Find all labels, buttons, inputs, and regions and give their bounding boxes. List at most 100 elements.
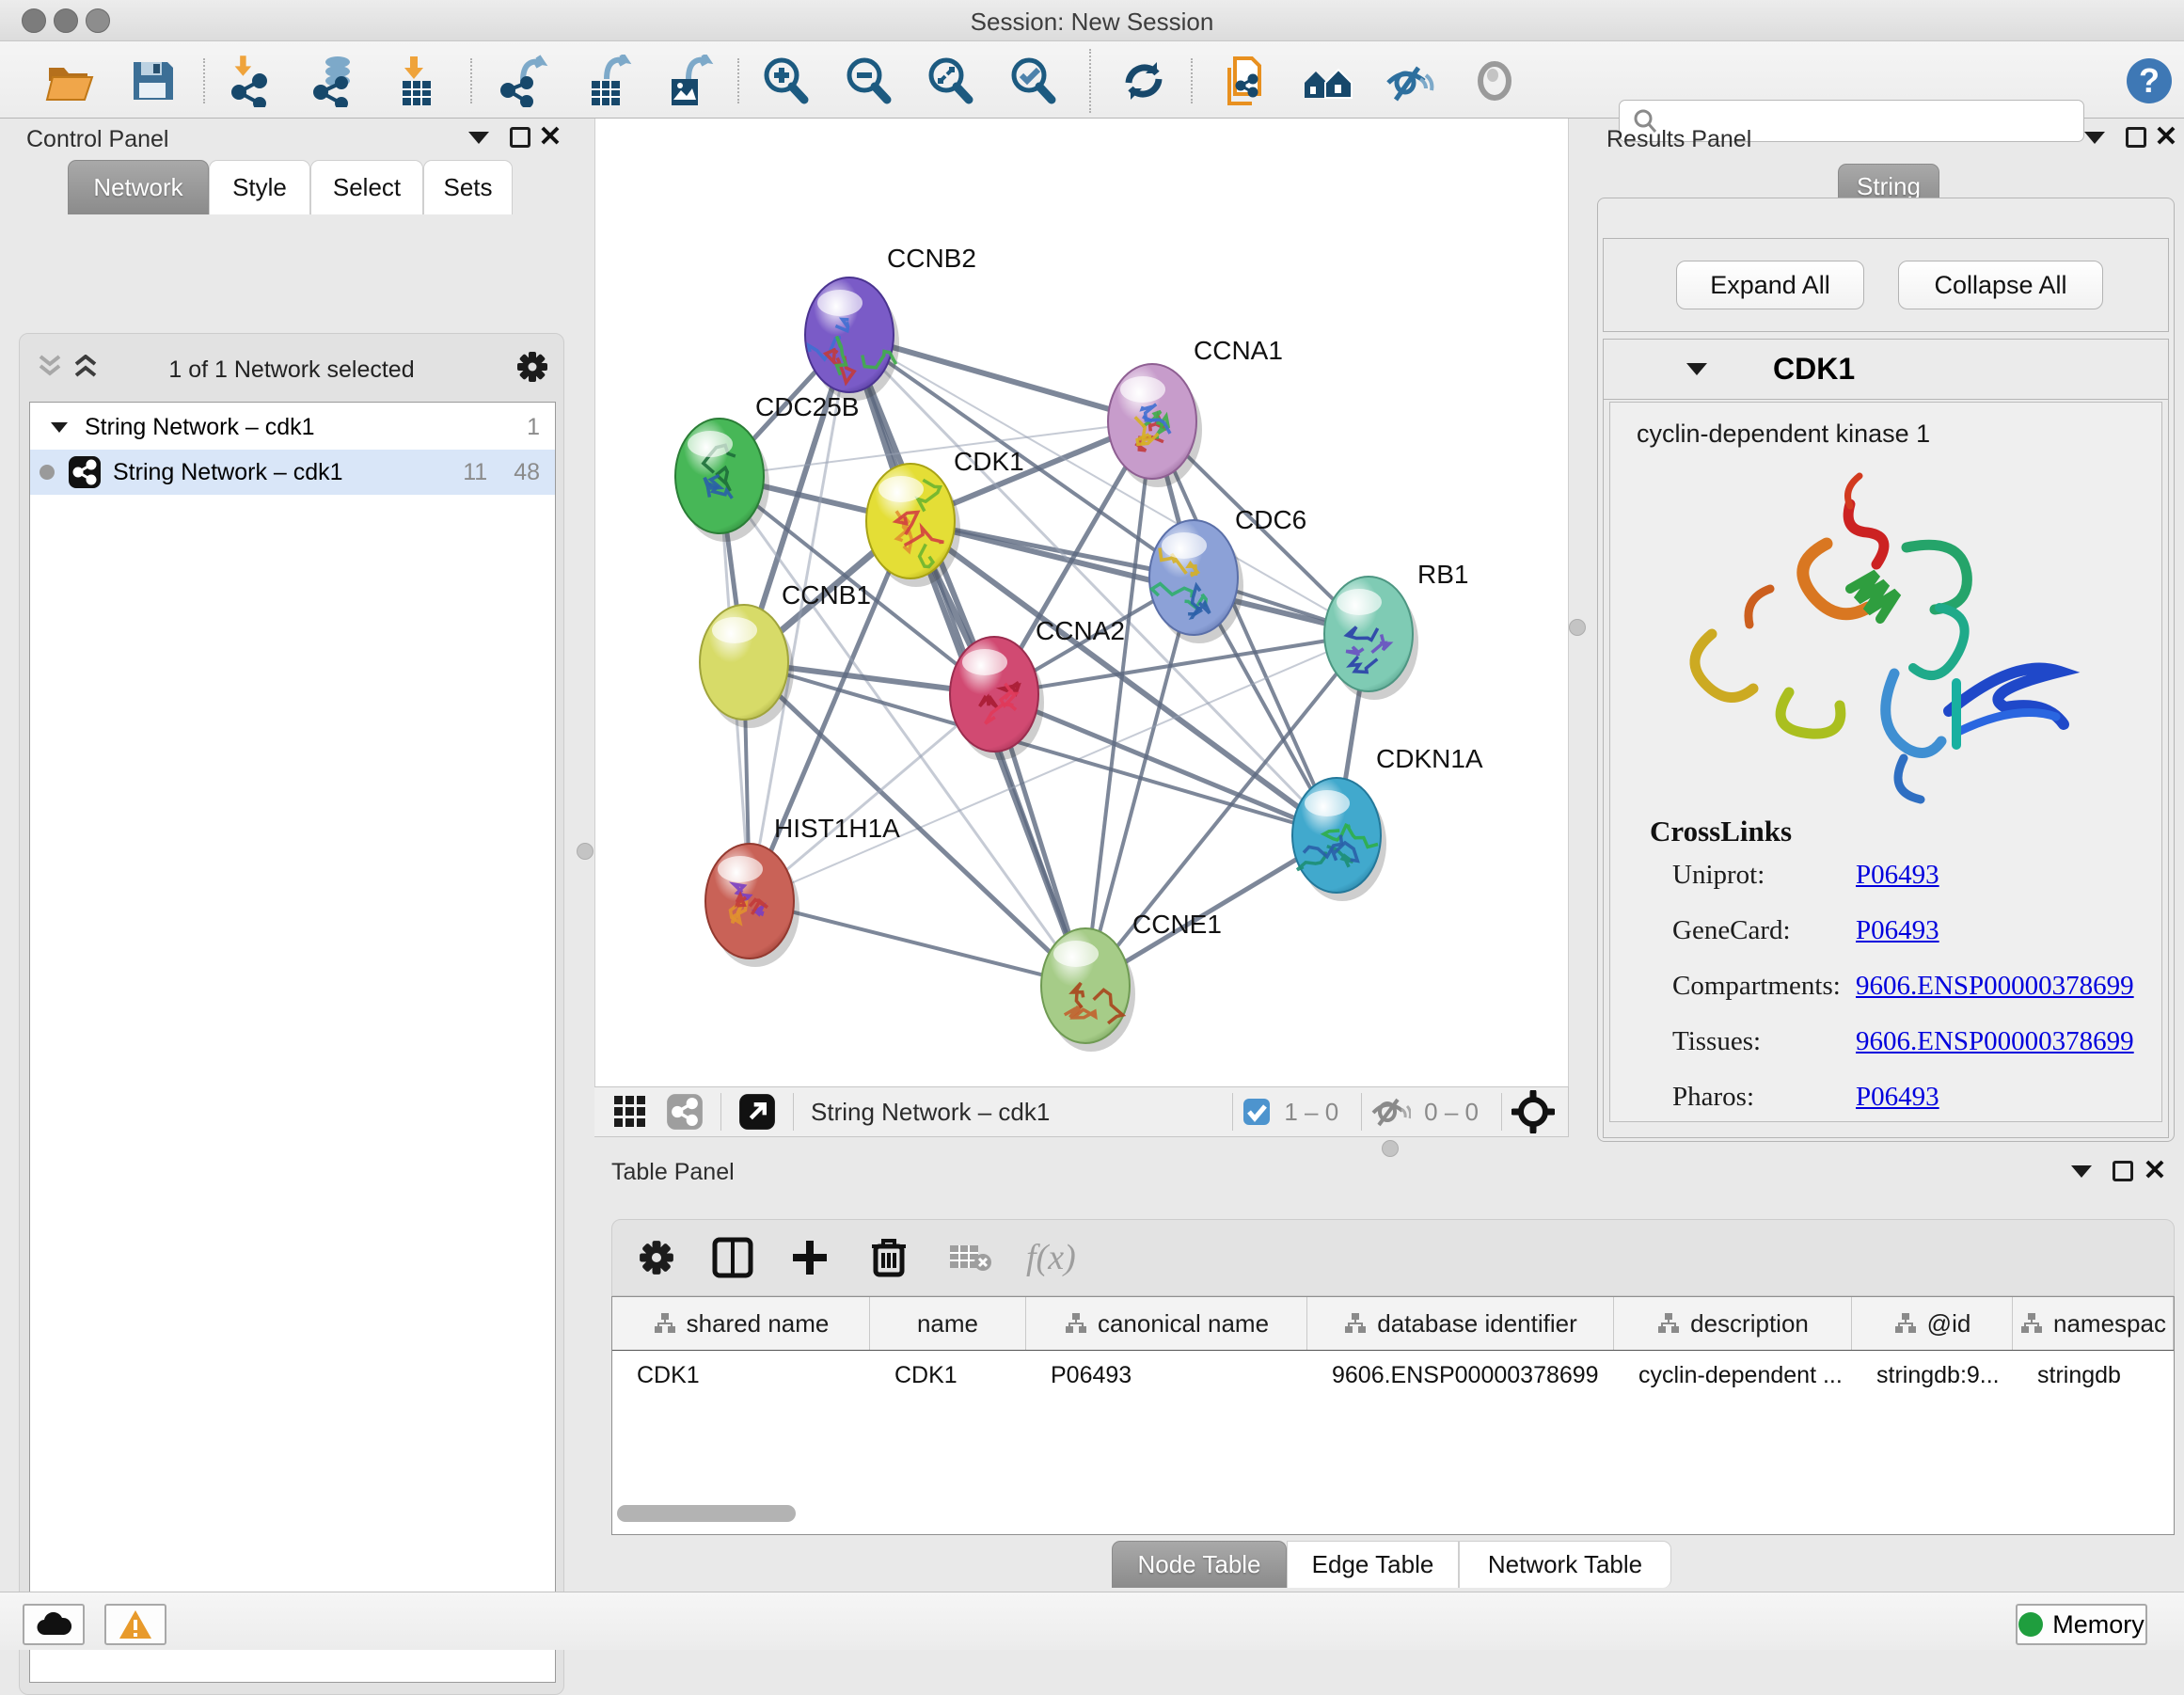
right-splitter-handle[interactable] — [1569, 619, 1586, 636]
network-list-panel: 1 of 1 Network selected String Network –… — [19, 333, 564, 1695]
crosslink-value-link[interactable]: P06493 — [1856, 915, 1939, 946]
crosslink-label: Compartments: — [1672, 971, 1856, 1002]
network-node-RB1[interactable]: RB1 — [1324, 560, 1468, 700]
first-neighbors-icon[interactable] — [1300, 54, 1354, 108]
network-share-gray-icon[interactable] — [666, 1093, 704, 1131]
column-header-namespac[interactable]: namespac — [2013, 1297, 2174, 1350]
tab-sets[interactable]: Sets — [423, 160, 513, 214]
node-label-CDC25B: CDC25B — [755, 392, 859, 421]
memory-button[interactable]: Memory — [2016, 1604, 2147, 1645]
show-all-icon[interactable] — [1467, 54, 1522, 108]
cell-description[interactable]: cyclin-dependent ... — [1614, 1351, 1852, 1400]
column-header--id[interactable]: @id — [1852, 1297, 2013, 1350]
network-edge-CCNA2-CDKN1A[interactable] — [994, 694, 1337, 835]
import-table-icon[interactable] — [388, 54, 443, 108]
panel-menu-icon[interactable] — [463, 121, 495, 153]
table-hscrollbar-thumb[interactable] — [617, 1505, 796, 1522]
crosslink-value-link[interactable]: 9606.ENSP00000378699 — [1856, 1026, 2134, 1057]
save-session-icon[interactable] — [125, 54, 180, 108]
node-label-CDK1: CDK1 — [954, 447, 1024, 476]
expand-all-button[interactable]: Expand All — [1676, 261, 1864, 309]
tab-node-table[interactable]: Node Table — [1112, 1541, 1287, 1588]
gene-section-header[interactable]: CDK1 — [1604, 340, 2168, 400]
panel-menu-icon[interactable] — [2065, 1155, 2097, 1187]
column-header-canonical-name[interactable]: canonical name — [1026, 1297, 1307, 1350]
cloud-button[interactable] — [23, 1604, 85, 1645]
gene-name: CDK1 — [1773, 352, 1855, 387]
network-node-CDKN1A[interactable]: CDKN1A — [1292, 744, 1483, 901]
panel-float-icon[interactable] — [2120, 121, 2152, 153]
collection-label: String Network – cdk1 — [85, 414, 315, 441]
cell-database-identifier[interactable]: 9606.ENSP00000378699 — [1307, 1351, 1614, 1400]
panel-close-icon[interactable]: ✕ — [2150, 121, 2182, 153]
cell-canonical-name[interactable]: P06493 — [1026, 1351, 1307, 1400]
panel-menu-icon[interactable] — [2079, 121, 2111, 153]
add-column-icon[interactable] — [791, 1239, 829, 1276]
import-network-file-icon[interactable] — [227, 54, 281, 108]
import-network-database-icon[interactable] — [309, 54, 363, 108]
help-icon[interactable]: ? — [2122, 54, 2176, 108]
export-image-icon[interactable] — [661, 54, 716, 108]
open-in-new-window-icon[interactable] — [738, 1093, 776, 1131]
network-node-CDC25B[interactable]: CDC25B — [675, 392, 859, 542]
bar-separator — [1361, 1093, 1362, 1131]
cell-name[interactable]: CDK1 — [870, 1351, 1026, 1400]
zoom-in-icon[interactable] — [758, 54, 813, 108]
column-header-label: shared name — [687, 1309, 830, 1339]
network-node-HIST1H1A[interactable]: HIST1H1A — [705, 814, 900, 967]
table-gear-icon[interactable] — [639, 1240, 674, 1275]
network-view-canvas[interactable]: CCNB2CCNA1CDC25BCDK1CDC6RB1CCNB1CCNA2CDK… — [594, 119, 1569, 1086]
cell-shared-name[interactable]: CDK1 — [612, 1351, 870, 1400]
left-splitter-handle[interactable] — [577, 843, 593, 860]
delete-column-icon[interactable] — [870, 1237, 908, 1278]
node-label-CCNE1: CCNE1 — [1132, 910, 1222, 939]
column-tree-icon — [1343, 1312, 1368, 1335]
network-collection-row[interactable]: String Network – cdk1 1 — [30, 404, 555, 450]
panel-close-icon[interactable]: ✕ — [534, 121, 566, 153]
warnings-button[interactable] — [104, 1604, 166, 1645]
zoom-selected-icon[interactable] — [1005, 54, 1060, 108]
network-node-CCNB2[interactable]: CCNB2 — [805, 244, 976, 401]
column-header-database-identifier[interactable]: database identifier — [1307, 1297, 1614, 1350]
tab-select[interactable]: Select — [310, 160, 423, 214]
cell-namespac[interactable]: stringdb — [2013, 1351, 2174, 1400]
bar-separator — [720, 1093, 721, 1131]
split-columns-icon[interactable] — [712, 1237, 753, 1278]
zoom-fit-icon[interactable] — [923, 54, 977, 108]
column-header-label: description — [1690, 1309, 1809, 1339]
table-hscrollbar-track[interactable] — [611, 1503, 2173, 1524]
tab-network[interactable]: Network — [68, 160, 209, 214]
column-header-label: database identifier — [1377, 1309, 1576, 1339]
column-header-shared-name[interactable]: shared name — [612, 1297, 870, 1350]
collection-collapse-icon[interactable] — [51, 422, 68, 433]
network-row[interactable]: String Network – cdk1 11 48 — [30, 450, 555, 495]
refresh-icon[interactable] — [1116, 54, 1171, 108]
tab-style[interactable]: Style — [209, 160, 310, 214]
column-header-name[interactable]: name — [870, 1297, 1026, 1350]
hidden-eye-icon[interactable] — [1371, 1096, 1411, 1128]
tab-network-table[interactable]: Network Table — [1459, 1541, 1671, 1588]
panel-float-icon[interactable] — [2107, 1155, 2139, 1187]
new-network-from-selection-icon[interactable] — [1221, 54, 1275, 108]
crosslink-value-link[interactable]: P06493 — [1856, 860, 1939, 891]
export-network-icon[interactable] — [498, 54, 552, 108]
export-table-icon[interactable] — [581, 54, 636, 108]
column-header-description[interactable]: description — [1614, 1297, 1852, 1350]
horizontal-splitter-handle[interactable] — [1382, 1140, 1399, 1157]
network-node-CDC6[interactable]: CDC6 — [1149, 505, 1306, 643]
open-session-icon[interactable] — [42, 54, 97, 108]
crosslink-value-link[interactable]: P06493 — [1856, 1082, 1939, 1113]
selected-checkbox-icon[interactable] — [1242, 1098, 1271, 1126]
crosslink-value-link[interactable]: 9606.ENSP00000378699 — [1856, 971, 2134, 1002]
panel-float-icon[interactable] — [504, 121, 536, 153]
tab-edge-table[interactable]: Edge Table — [1287, 1541, 1459, 1588]
collapse-all-button[interactable]: Collapse All — [1898, 261, 2103, 309]
gear-icon[interactable] — [516, 351, 548, 383]
birds-eye-view-icon[interactable] — [613, 1095, 647, 1129]
cell--id[interactable]: stringdb:9... — [1852, 1351, 2013, 1400]
crosshair-icon[interactable] — [1511, 1090, 1555, 1133]
hide-selected-icon[interactable] — [1382, 54, 1436, 108]
gene-collapse-icon[interactable] — [1686, 363, 1707, 375]
panel-close-icon[interactable]: ✕ — [2139, 1155, 2171, 1187]
zoom-out-icon[interactable] — [841, 54, 895, 108]
